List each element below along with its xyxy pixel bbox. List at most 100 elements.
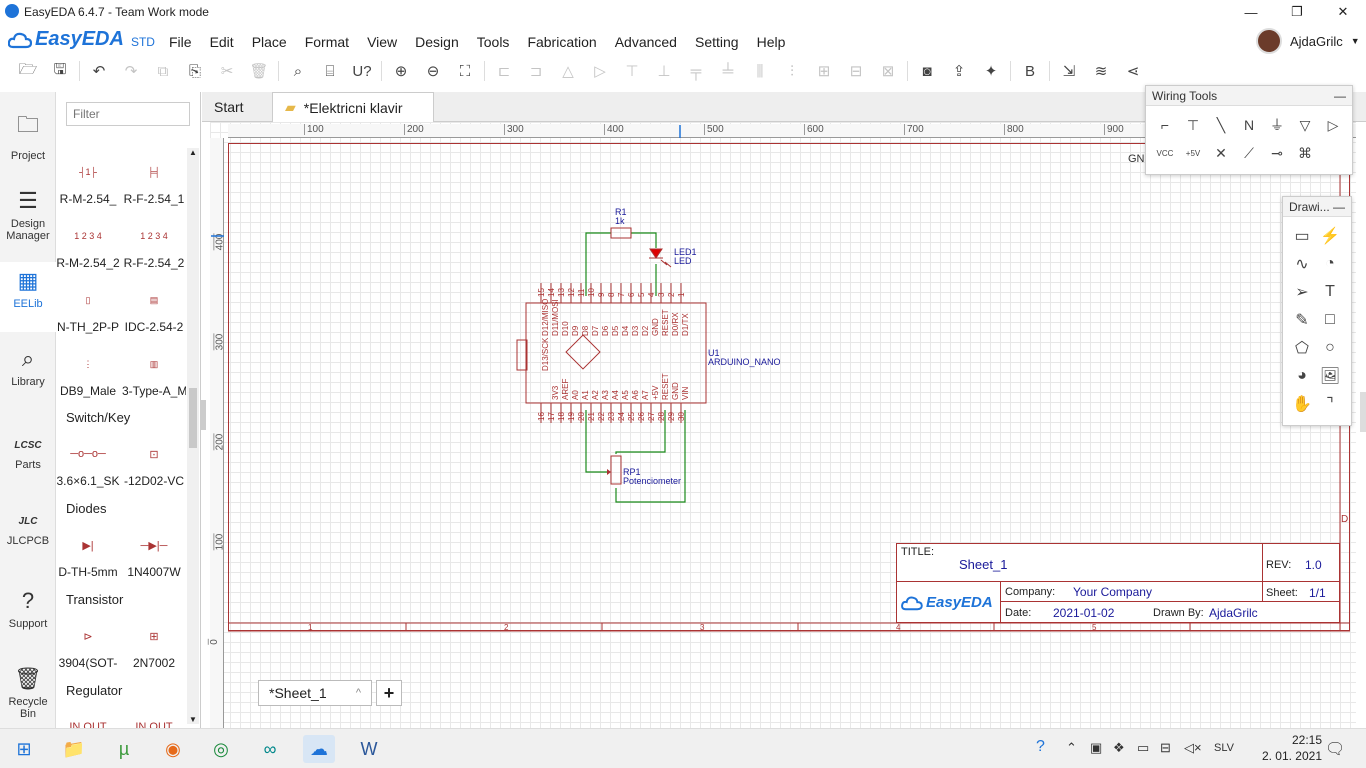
utorrent-icon[interactable]: µ	[108, 735, 140, 763]
pin-name: D2	[641, 325, 650, 336]
chevron-up-icon[interactable]: ^	[356, 687, 361, 699]
hand-icon[interactable]: ✋	[1289, 393, 1315, 415]
circle-icon[interactable]: ○	[1317, 337, 1343, 359]
net-label-icon[interactable]: N	[1236, 114, 1262, 136]
bus-entry-icon[interactable]: ╲	[1208, 114, 1234, 136]
pin-name: A4	[611, 390, 620, 400]
plus5v-icon[interactable]: +5V	[1180, 142, 1206, 164]
rev-label: REV:	[1266, 559, 1292, 571]
led-arrows	[660, 259, 672, 268]
minimize-panel-button[interactable]: —	[1334, 89, 1346, 103]
text-icon[interactable]: T	[1317, 281, 1343, 303]
line-icon[interactable]: ⚡	[1317, 225, 1343, 247]
chevron-up-icon[interactable]: ⌃	[1066, 740, 1077, 756]
gnd-fragment: GN	[1128, 153, 1145, 165]
date-label: Date:	[1005, 607, 1032, 619]
clock[interactable]: 22:15 2. 01. 2021	[1262, 732, 1322, 764]
notification-icon[interactable]: 🗨	[1325, 739, 1345, 759]
potentiometer-rp1	[610, 455, 622, 485]
polygon-icon[interactable]: ⬠	[1289, 337, 1315, 359]
sheet-cell: Sheet: 1/1	[1263, 582, 1340, 602]
keyboard-tray-icon[interactable]: ▭	[1137, 740, 1149, 756]
ground-icon[interactable]: ⏚	[1264, 114, 1290, 136]
net-port-icon[interactable]: ▷	[1320, 114, 1346, 136]
pin-number: 21	[587, 412, 596, 421]
pin-name: A3	[601, 390, 610, 400]
pin-name: D11/MOSI	[551, 299, 560, 336]
group-icon[interactable]: ⌘	[1292, 142, 1318, 164]
wire	[585, 232, 611, 296]
screen-tray-icon[interactable]: ▣	[1090, 740, 1102, 756]
easyeda-icon[interactable]: ☁	[303, 735, 335, 763]
wiring-tools-panel: Wiring Tools — ⌐ ⊤ ╲ N ⏚ ▽ ▷ VCC +5V ✕ ⟋ ⊸ ⌘	[1145, 85, 1353, 175]
rect-frame-icon[interactable]: ▭	[1289, 225, 1315, 247]
arrow-icon[interactable]: ➢	[1289, 281, 1315, 303]
volume-muted-icon[interactable]: ◁×	[1184, 740, 1202, 756]
pin-name: GND	[671, 382, 680, 400]
drawn-by-value[interactable]: AjdaGrilc	[1209, 606, 1258, 620]
company-value[interactable]: Your Company	[1073, 585, 1152, 599]
sheet-value[interactable]: 1/1	[1309, 586, 1326, 600]
pin-number: 10	[587, 288, 596, 297]
pin-number: 13	[557, 288, 566, 297]
help-tray-icon[interactable]: ?	[1036, 738, 1045, 756]
pin-name: GND	[651, 318, 660, 336]
drawing-tools-header[interactable]: Drawi... —	[1283, 197, 1351, 217]
add-sheet-button[interactable]: +	[376, 680, 402, 706]
rect-icon[interactable]: □	[1317, 309, 1343, 331]
top-pins: 15 14 13 12 11 10 9 8 7 6 5 4 3 2 1 D12/MISO D11/MOSI D10…	[537, 283, 690, 371]
chrome-icon[interactable]: ◎	[205, 735, 237, 763]
right-panel-handle[interactable]	[1360, 392, 1366, 432]
pin-number: 3	[657, 292, 666, 297]
gnd-flag-icon[interactable]: ▽	[1292, 114, 1318, 136]
pin-name: VIN	[681, 386, 690, 400]
file-explorer-icon[interactable]: 📁	[58, 735, 90, 763]
clock-date: 2. 01. 2021	[1261, 749, 1322, 763]
resistor-r1	[610, 227, 632, 239]
rev-value[interactable]: 1.0	[1305, 558, 1322, 572]
pin-name: A1	[581, 390, 590, 400]
wiring-tools-header[interactable]: Wiring Tools —	[1146, 86, 1352, 106]
arc-icon[interactable]: ◔	[1317, 253, 1343, 275]
wire-icon[interactable]: ⌐	[1152, 114, 1178, 136]
pin-name: D13/SCK	[541, 337, 550, 371]
frame-column-label: 2	[504, 623, 509, 632]
dimension-icon[interactable]: ⌝	[1317, 393, 1343, 415]
wire	[631, 232, 657, 248]
bus-icon[interactable]: ⊤	[1180, 114, 1206, 136]
title-cell: TITLE: Sheet_1	[897, 544, 1263, 582]
title-value[interactable]: Sheet_1	[959, 557, 1007, 572]
sheet-tab-label: *Sheet_1	[269, 685, 327, 701]
pin-name: D4	[621, 325, 630, 336]
title-block: TITLE: Sheet_1 REV: 1.0 EasyEDA Company:…	[896, 543, 1340, 623]
pin-number: 8	[607, 292, 616, 297]
bezier-icon[interactable]: ∿	[1289, 253, 1315, 275]
pin-name: D7	[591, 325, 600, 336]
minimize-panel-button[interactable]: —	[1333, 200, 1345, 214]
pin-name: D3	[631, 325, 640, 336]
word-icon[interactable]: W	[353, 735, 385, 763]
date-value[interactable]: 2021-01-02	[1053, 606, 1114, 620]
pin-icon[interactable]: ⊸	[1264, 142, 1290, 164]
sheet-tab-current[interactable]: *Sheet_1 ^	[258, 680, 372, 706]
no-connect-icon[interactable]: ✕	[1208, 142, 1234, 164]
pin-number: 15	[537, 288, 546, 297]
arduino-icon[interactable]: ∞	[254, 735, 286, 763]
led-symbol	[649, 248, 663, 259]
language-indicator[interactable]: SLV	[1214, 742, 1234, 754]
network-icon[interactable]: ⊟	[1160, 740, 1171, 756]
dropbox-icon[interactable]: ❖	[1113, 740, 1125, 756]
vcc-icon[interactable]: VCC	[1152, 142, 1178, 164]
drawing-tools-panel: Drawi... — ▭ ⚡ ∿ ◔ ➢ T ✎ □ ⬠ ○ ◕ 🖼 ✋ ⌝	[1282, 196, 1352, 426]
windows-start-icon[interactable]: ⊞	[8, 735, 40, 763]
drawing-tools-title: Drawi...	[1289, 200, 1330, 214]
pencil-icon[interactable]: ✎	[1289, 309, 1315, 331]
probe-icon[interactable]: ⟋	[1236, 142, 1262, 164]
pin-number: 23	[607, 412, 616, 421]
pin-name: D12/MISO	[541, 299, 550, 336]
sheet-label: Sheet:	[1266, 587, 1298, 599]
pin-name: +5V	[651, 385, 660, 400]
image-icon[interactable]: 🖼	[1317, 365, 1343, 387]
firefox-icon[interactable]: ◉	[157, 735, 189, 763]
pie-icon[interactable]: ◕	[1289, 365, 1315, 387]
